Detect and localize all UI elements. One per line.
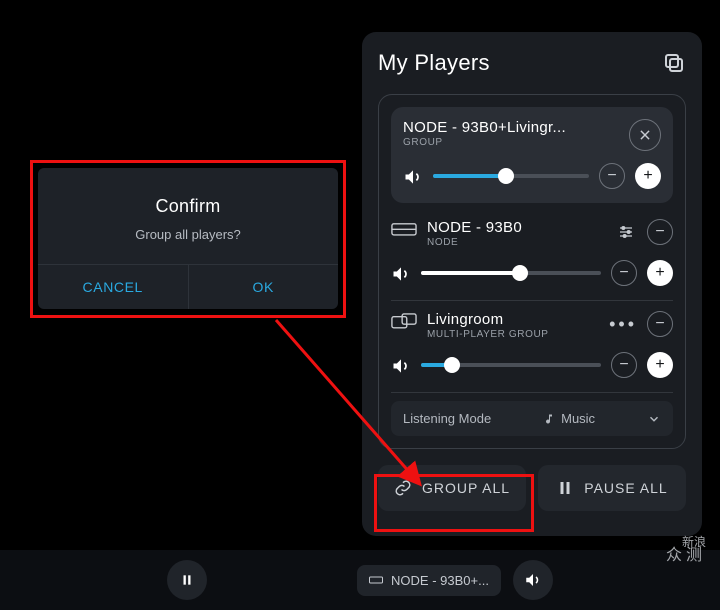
volume-icon[interactable] (391, 356, 411, 374)
link-icon (394, 479, 412, 497)
close-icon[interactable] (629, 119, 661, 151)
dialog-title: Confirm (155, 196, 220, 217)
chevron-down-icon (647, 412, 661, 426)
now-playing-label: NODE - 93B0+... (391, 573, 489, 588)
volume-minus-button[interactable]: − (611, 352, 637, 378)
group-all-button[interactable]: GROUP ALL (378, 465, 526, 511)
player-sub: Multi-player Group (427, 329, 597, 340)
volume-plus-button[interactable]: + (647, 352, 673, 378)
remove-button[interactable]: − (647, 219, 673, 245)
pause-icon (556, 479, 574, 497)
pause-all-label: PAUSE ALL (584, 480, 667, 496)
pause-all-button[interactable]: PAUSE ALL (538, 465, 686, 511)
group-all-label: GROUP ALL (422, 480, 510, 496)
volume-minus-button[interactable]: − (599, 163, 625, 189)
player-volume-slider[interactable] (421, 271, 601, 275)
player-volume-slider[interactable] (421, 363, 601, 367)
volume-plus-button[interactable]: + (647, 260, 673, 286)
play-pause-button[interactable] (167, 560, 207, 600)
group-name: NODE - 93B0+Livingr... (403, 119, 619, 136)
player-list: NODE - 93B0+Livingr... GROUP − (378, 94, 686, 449)
volume-plus-button[interactable]: + (635, 163, 661, 189)
dialog-message: Group all players? (135, 227, 241, 242)
listening-mode-label: Listening Mode (403, 411, 491, 426)
copy-icon[interactable] (662, 51, 686, 75)
remove-button[interactable]: − (647, 311, 673, 337)
listening-mode-value: Music (561, 411, 595, 426)
device-node-icon (391, 221, 417, 239)
volume-icon[interactable] (391, 264, 411, 282)
ok-button[interactable]: OK (188, 265, 339, 309)
group-sub: GROUP (403, 137, 619, 148)
group-volume-slider[interactable] (433, 174, 589, 178)
player-item[interactable]: Livingroom Multi-player Group ••• − − + (391, 301, 673, 393)
volume-minus-button[interactable]: − (611, 260, 637, 286)
listening-mode-select[interactable]: Listening Mode Music (391, 401, 673, 436)
bottom-bar: NODE - 93B0+... (0, 550, 720, 610)
my-players-panel: My Players NODE - 93B0+Livingr... GROUP (362, 32, 702, 536)
player-group-card[interactable]: NODE - 93B0+Livingr... GROUP − (391, 107, 673, 203)
volume-icon[interactable] (403, 167, 423, 185)
music-icon (543, 413, 555, 425)
cancel-button[interactable]: CANCEL (38, 265, 188, 309)
player-name: Livingroom (427, 311, 597, 328)
device-icon (369, 575, 383, 585)
volume-button[interactable] (513, 560, 553, 600)
player-name: NODE - 93B0 (427, 219, 603, 236)
confirm-dialog: Confirm Group all players? CANCEL OK (38, 168, 338, 309)
now-playing-button[interactable]: NODE - 93B0+... (357, 565, 501, 596)
player-sub: NODE (427, 237, 603, 248)
player-item[interactable]: NODE - 93B0 NODE − − (391, 209, 673, 301)
device-group-icon (391, 313, 417, 331)
more-icon[interactable]: ••• (607, 314, 639, 335)
equalizer-icon[interactable] (613, 219, 639, 245)
panel-title: My Players (378, 50, 490, 76)
